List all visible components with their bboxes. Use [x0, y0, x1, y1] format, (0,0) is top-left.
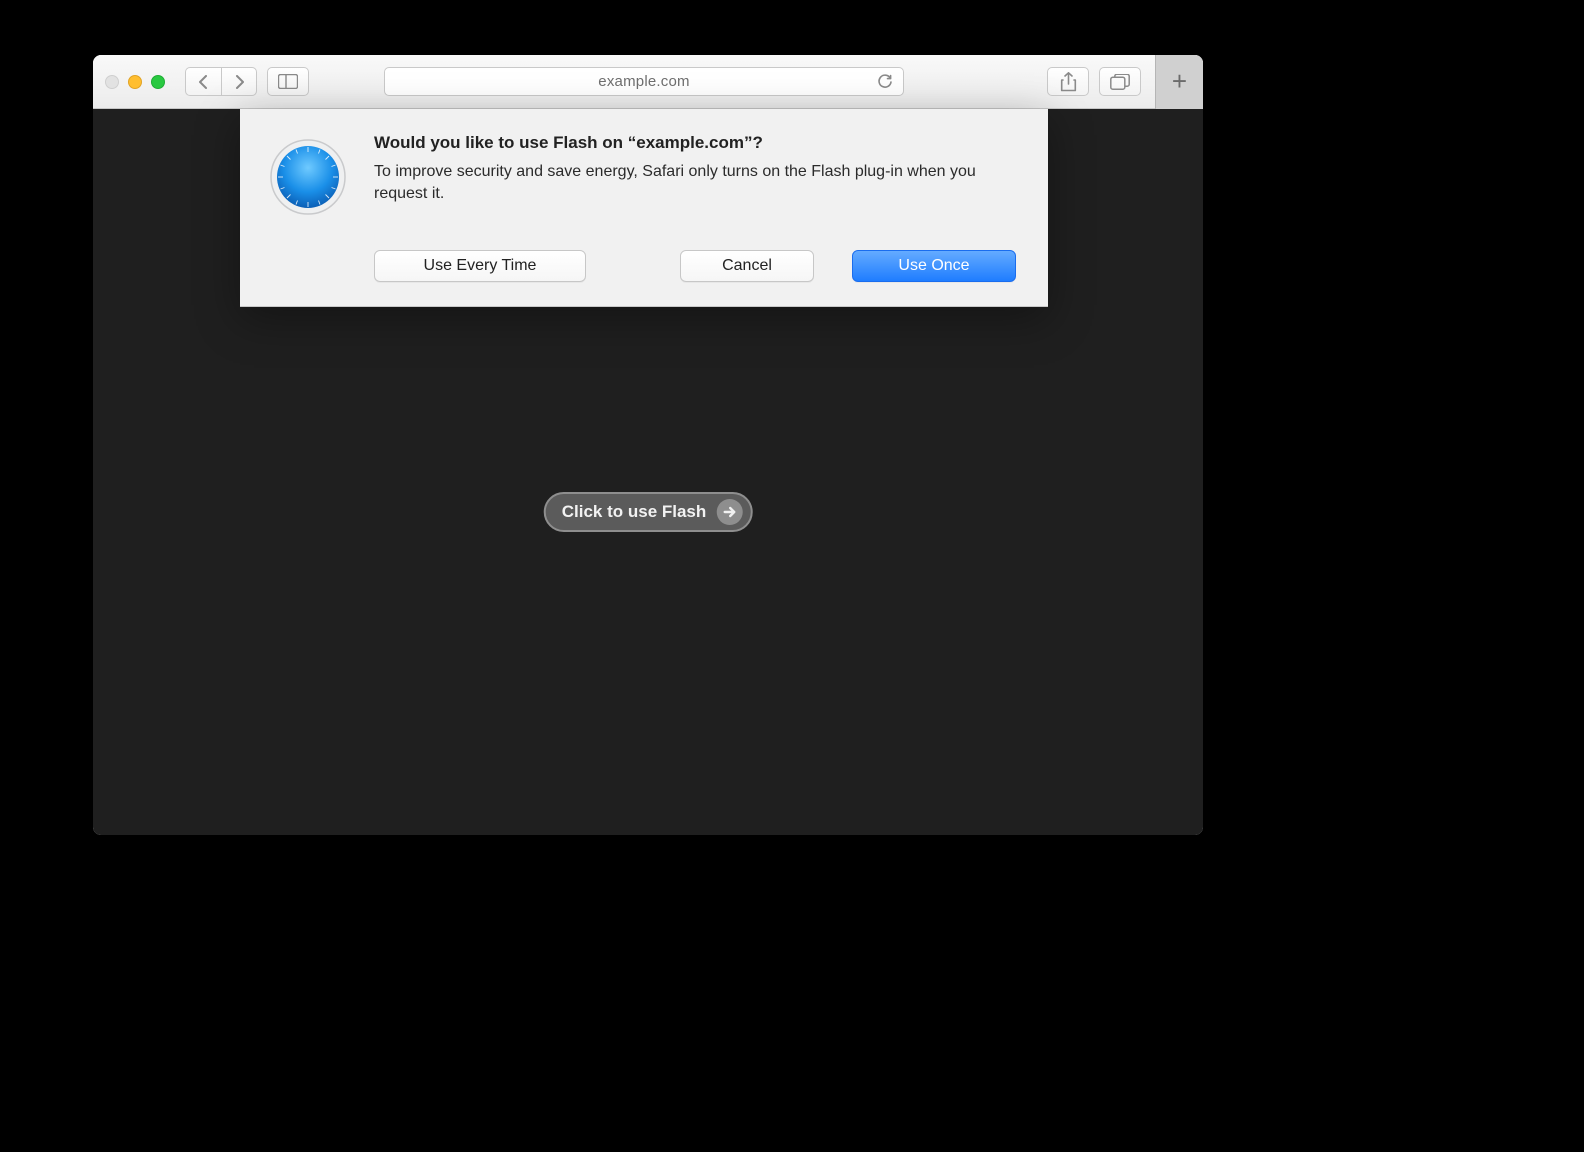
toolbar: example.com — [93, 55, 1203, 109]
arrow-right-circle-icon — [716, 499, 742, 525]
dialog-buttons: Use Every Time Cancel Use Once — [374, 250, 1016, 282]
plus-icon: + — [1172, 66, 1187, 97]
window-minimize-button[interactable] — [128, 75, 142, 89]
dialog-message: To improve security and save energy, Saf… — [374, 161, 1016, 204]
page-content: Click to use Flash — [93, 109, 1203, 835]
flash-prompt-label: Click to use Flash — [562, 502, 707, 522]
flash-permission-dialog: Would you like to use Flash on “example.… — [240, 109, 1048, 307]
forward-button[interactable] — [221, 67, 257, 96]
sidebar-icon — [278, 74, 298, 89]
safari-icon — [268, 137, 348, 217]
window-zoom-button[interactable] — [151, 75, 165, 89]
window-close-button[interactable] — [105, 75, 119, 89]
flash-placeholder-button[interactable]: Click to use Flash — [544, 492, 753, 532]
chevron-right-icon — [234, 75, 245, 89]
address-bar[interactable]: example.com — [384, 67, 904, 96]
new-tab-button[interactable]: + — [1155, 55, 1203, 109]
address-bar-text: example.com — [598, 73, 689, 90]
dialog-body: Would you like to use Flash on “example.… — [374, 133, 1016, 282]
chevron-left-icon — [198, 75, 209, 89]
sidebar-toggle-button[interactable] — [267, 67, 309, 96]
use-once-button[interactable]: Use Once — [852, 250, 1016, 282]
back-button[interactable] — [185, 67, 221, 96]
tabs-icon — [1110, 74, 1130, 90]
use-every-time-button[interactable]: Use Every Time — [374, 250, 586, 282]
share-icon — [1060, 72, 1077, 92]
share-button[interactable] — [1047, 67, 1089, 96]
navigation-buttons — [185, 67, 257, 96]
reload-button[interactable] — [877, 74, 893, 90]
browser-window: example.com — [93, 55, 1203, 835]
cancel-button[interactable]: Cancel — [680, 250, 814, 282]
window-controls — [105, 75, 165, 89]
dialog-title: Would you like to use Flash on “example.… — [374, 133, 1016, 153]
tabs-overview-button[interactable] — [1099, 67, 1141, 96]
